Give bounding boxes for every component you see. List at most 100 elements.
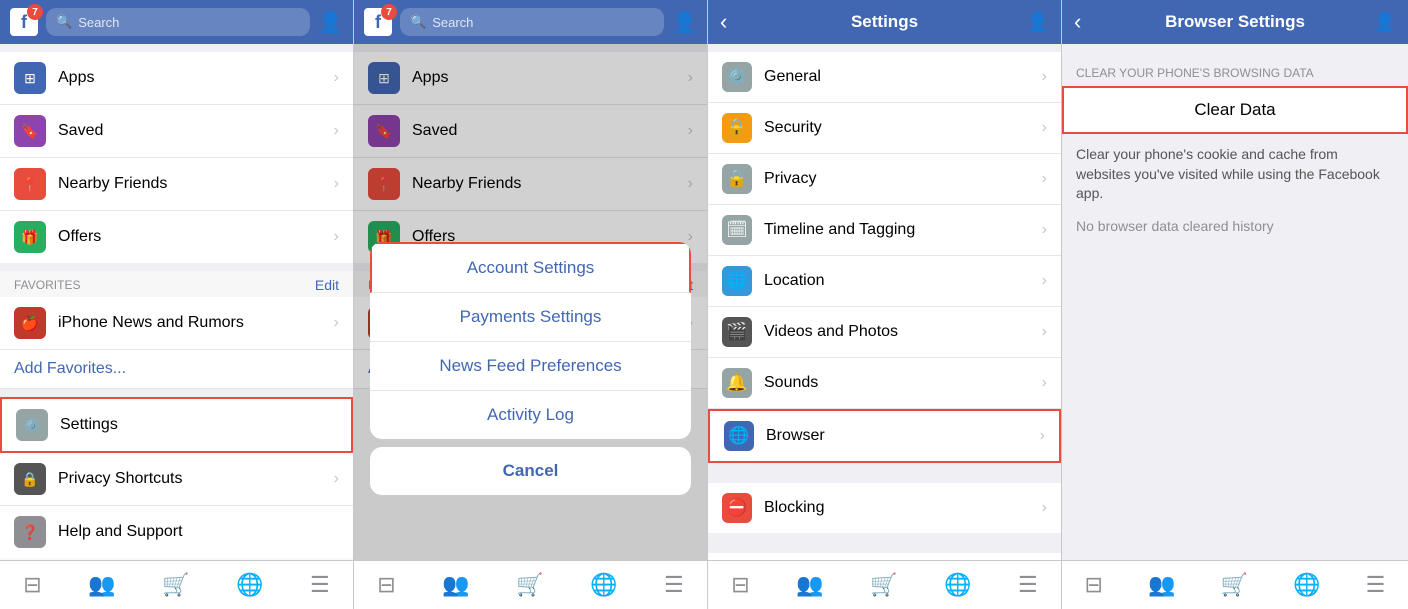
p4-tab-menu[interactable]: ☰ <box>1366 572 1386 598</box>
p3-tab-store[interactable]: 🛒 <box>870 572 897 598</box>
clear-data-section-title: CLEAR YOUR PHONE'S BROWSING DATA <box>1062 52 1408 86</box>
clear-data-button[interactable]: Clear Data <box>1062 86 1408 134</box>
account-settings-item[interactable]: Account Settings <box>370 242 691 293</box>
p2-tab-friends[interactable]: 👥 <box>442 572 469 598</box>
p3-tab-menu[interactable]: ☰ <box>1018 572 1038 598</box>
iphone-news-item[interactable]: 🍎 iPhone News and Rumors › <box>0 297 353 350</box>
general-row[interactable]: ⚙️ General › <box>708 52 1061 103</box>
p4-tab-home[interactable]: ⊟ <box>1085 572 1103 598</box>
panel4-back-button[interactable]: ‹ <box>1074 9 1081 35</box>
panel2-tabs: ⊟ 👥 🛒 🌐 ☰ <box>354 560 707 609</box>
activity-log-item[interactable]: Activity Log <box>370 391 691 439</box>
tab-menu[interactable]: ☰ <box>310 572 330 598</box>
panel1-nearby-item[interactable]: 📍 Nearby Friends › <box>0 158 353 211</box>
panel2-search-placeholder: Search <box>432 15 473 30</box>
location-row[interactable]: 🌐 Location › <box>708 256 1061 307</box>
panel2-friends-icon[interactable]: 👤 <box>672 10 697 35</box>
p2-tab-menu[interactable]: ☰ <box>664 572 684 598</box>
panel1-saved-item[interactable]: 🔖 Saved › <box>0 105 353 158</box>
modal-overlay: Account Settings Payments Settings News … <box>354 44 707 560</box>
p4-tab-globe[interactable]: 🌐 <box>1293 572 1320 598</box>
chevron-icon: › <box>1042 374 1047 392</box>
p4-tab-friends[interactable]: 👥 <box>1148 572 1175 598</box>
fb-logo-wrap: f 7 <box>10 8 38 36</box>
panel2-notification-badge: 7 <box>381 4 397 20</box>
cancel-button[interactable]: Cancel <box>370 447 691 495</box>
news-feed-item[interactable]: News Feed Preferences <box>370 342 691 391</box>
panel2-search[interactable]: 🔍 Search <box>400 8 664 36</box>
settings-group-1: ⚙️ General › 🔒 Security › 🔒 Privacy › 🗓 … <box>708 52 1061 463</box>
chevron-icon: › <box>1040 427 1045 445</box>
panel1-menu: ⊞ Apps › 🔖 Saved › 📍 Nearby Friends › 🎁 … <box>0 52 353 263</box>
search-placeholder: Search <box>78 15 119 30</box>
clear-data-label: Clear Data <box>1194 100 1275 120</box>
browser-row[interactable]: 🌐 Browser › <box>708 409 1061 463</box>
privacy-label: Privacy Shortcuts <box>58 470 334 488</box>
timeline-label: Timeline and Tagging <box>764 221 1042 239</box>
blocking-row[interactable]: ⛔ Blocking › <box>708 483 1061 533</box>
offers-icon: 🎁 <box>14 221 46 253</box>
panel1-offers-item[interactable]: 🎁 Offers › <box>0 211 353 263</box>
search-icon-2: 🔍 <box>410 14 426 30</box>
add-favorites-item[interactable]: Add Favorites... <box>0 350 353 389</box>
news-feed-label: News Feed Preferences <box>439 356 621 376</box>
friends-icon[interactable]: 👤 <box>318 10 343 35</box>
favorites-header: FAVORITES Edit <box>0 271 353 297</box>
privacy-row[interactable]: 🔒 Privacy › <box>708 154 1061 205</box>
payments-settings-item[interactable]: Payments Settings <box>370 293 691 342</box>
settings-group-2: ⛔ Blocking › <box>708 483 1061 533</box>
chevron-icon: › <box>334 69 339 87</box>
tab-home[interactable]: ⊟ <box>23 572 41 598</box>
sounds-label: Sounds <box>764 374 1042 392</box>
payments-settings-label: Payments Settings <box>460 307 602 327</box>
notification-badge: 7 <box>27 4 43 20</box>
panel-4: ‹ Browser Settings 👤 CLEAR YOUR PHONE'S … <box>1062 0 1408 609</box>
timeline-row[interactable]: 🗓 Timeline and Tagging › <box>708 205 1061 256</box>
apps-label: Apps <box>58 69 334 87</box>
chevron-icon: › <box>1042 272 1047 290</box>
panel1-tabs: ⊟ 👥 🛒 🌐 ☰ <box>0 560 353 609</box>
panel4-profile-icon[interactable]: 👤 <box>1374 12 1396 33</box>
p3-tab-friends[interactable]: 👥 <box>796 572 823 598</box>
settings-group-3: 🔔 Notifications › 💬 Text Messaging › 📡 F… <box>708 553 1061 560</box>
notifications-row[interactable]: 🔔 Notifications › <box>708 553 1061 560</box>
blocking-icon: ⛔ <box>722 493 752 523</box>
privacy-shortcuts-item[interactable]: 🔒 Privacy Shortcuts › <box>0 453 353 506</box>
location-label: Location <box>764 272 1042 290</box>
p2-tab-globe[interactable]: 🌐 <box>590 572 617 598</box>
tab-globe[interactable]: 🌐 <box>236 572 263 598</box>
back-button[interactable]: ‹ <box>720 9 727 35</box>
sounds-row[interactable]: 🔔 Sounds › <box>708 358 1061 409</box>
saved-icon: 🔖 <box>14 115 46 147</box>
privacy-icon: 🔒 <box>14 463 46 495</box>
modal-card: Account Settings Payments Settings News … <box>370 242 691 439</box>
p2-tab-home[interactable]: ⊟ <box>377 572 395 598</box>
panel1-search[interactable]: 🔍 Search <box>46 8 310 36</box>
panel-2: f 7 🔍 Search 👤 ⊞ Apps › 🔖 Saved › <box>354 0 708 609</box>
chevron-icon: › <box>334 122 339 140</box>
edit-button[interactable]: Edit <box>315 277 339 293</box>
videos-label: Videos and Photos <box>764 323 1042 341</box>
tab-store[interactable]: 🛒 <box>162 572 189 598</box>
chevron-icon: › <box>1042 221 1047 239</box>
p4-tab-store[interactable]: 🛒 <box>1221 572 1248 598</box>
videos-row[interactable]: 🎬 Videos and Photos › <box>708 307 1061 358</box>
search-icon: 🔍 <box>56 14 72 30</box>
panel4-content: CLEAR YOUR PHONE'S BROWSING DATA Clear D… <box>1062 44 1408 560</box>
panel-3: ‹ Settings 👤 ⚙️ General › 🔒 Security › 🔒… <box>708 0 1062 609</box>
location-icon: 🌐 <box>722 266 752 296</box>
p3-tab-home[interactable]: ⊟ <box>731 572 749 598</box>
chevron-icon: › <box>334 314 339 332</box>
settings-item[interactable]: ⚙️ Settings <box>0 397 353 453</box>
tab-friends[interactable]: 👥 <box>88 572 115 598</box>
profile-icon[interactable]: 👤 <box>1027 12 1049 33</box>
privacy-label: Privacy <box>764 170 1042 188</box>
help-support-item[interactable]: ❓ Help and Support <box>0 506 353 558</box>
security-icon: 🔒 <box>722 113 752 143</box>
panel1-apps-item[interactable]: ⊞ Apps › <box>0 52 353 105</box>
chevron-icon: › <box>334 470 339 488</box>
p3-tab-globe[interactable]: 🌐 <box>944 572 971 598</box>
security-row[interactable]: 🔒 Security › <box>708 103 1061 154</box>
cancel-label: Cancel <box>503 461 559 481</box>
p2-tab-store[interactable]: 🛒 <box>516 572 543 598</box>
